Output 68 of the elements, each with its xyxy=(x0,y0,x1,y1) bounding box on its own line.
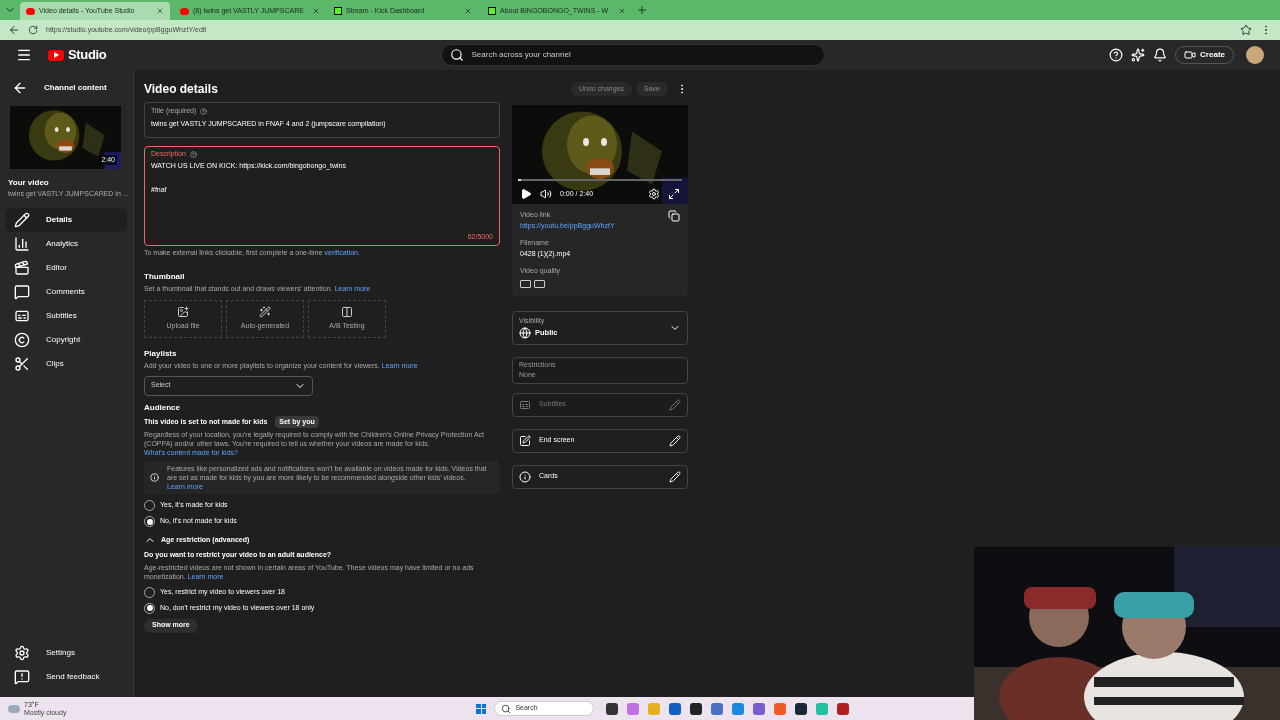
sparkle-icon[interactable] xyxy=(1131,48,1146,62)
kick-icon xyxy=(334,7,342,15)
info-icon xyxy=(150,473,159,482)
app-icon[interactable] xyxy=(837,702,850,715)
captions-icon xyxy=(519,398,531,411)
reload-icon[interactable] xyxy=(28,25,38,35)
star-icon[interactable] xyxy=(1240,24,1252,36)
nav-item[interactable]: Settings xyxy=(6,641,127,665)
app-icon[interactable] xyxy=(690,702,703,715)
quality-icon xyxy=(520,279,531,288)
new-tab-icon[interactable] xyxy=(636,4,648,16)
scissors-icon xyxy=(14,355,30,372)
fullscreen-icon[interactable] xyxy=(668,188,680,200)
search-icon xyxy=(501,703,512,714)
bar-chart-icon xyxy=(14,235,30,252)
clapperboard-icon xyxy=(14,259,30,276)
quality-icon xyxy=(534,279,545,288)
nav-item[interactable]: Clips xyxy=(6,351,127,376)
image-plus-icon xyxy=(177,306,189,319)
section-heading: Thumbnail xyxy=(144,270,186,283)
feedback-icon xyxy=(14,669,30,685)
nav-item[interactable]: Comments xyxy=(6,279,127,304)
notifications-icon[interactable] xyxy=(1153,48,1168,62)
nav-item[interactable]: Analytics xyxy=(6,231,127,256)
pencil-icon xyxy=(14,211,30,228)
menu-icon[interactable] xyxy=(16,47,32,63)
section-heading: Playlists xyxy=(144,348,178,360)
youtube-logo-icon xyxy=(48,49,64,61)
video-camera-icon xyxy=(1184,49,1197,61)
page-heading: Video details xyxy=(144,81,219,98)
section-heading: Audience xyxy=(144,401,181,414)
app-icon[interactable] xyxy=(606,702,619,715)
settings-icon xyxy=(14,645,30,661)
sparkle-icon xyxy=(259,306,271,319)
copyright-icon xyxy=(14,331,30,348)
avatar[interactable] xyxy=(1246,46,1264,64)
end-screen-icon xyxy=(519,434,531,447)
nav-item[interactable]: Send feedback xyxy=(6,665,127,689)
kick-icon xyxy=(488,7,496,15)
split-icon xyxy=(341,306,353,319)
search-field[interactable]: Search across your channel xyxy=(440,44,825,66)
info-icon xyxy=(519,470,531,483)
nav-item[interactable]: Copyright xyxy=(6,327,127,352)
nav-item[interactable]: Subtitles xyxy=(6,303,127,328)
app-icon[interactable] xyxy=(795,702,808,715)
start-icon[interactable] xyxy=(476,703,487,714)
edit-icon xyxy=(669,398,681,411)
edit-icon xyxy=(669,470,681,483)
volume-icon[interactable] xyxy=(540,188,552,200)
close-icon[interactable] xyxy=(464,7,472,15)
studio-logo[interactable]: Studio xyxy=(68,45,107,65)
youtube-icon xyxy=(180,7,189,15)
nav-item[interactable]: Details xyxy=(6,207,127,232)
back-icon[interactable] xyxy=(8,24,20,36)
close-icon[interactable] xyxy=(311,7,320,15)
copy-icon[interactable] xyxy=(668,210,680,222)
nav-item[interactable]: Editor xyxy=(6,255,127,280)
close-icon[interactable] xyxy=(618,7,626,15)
youtube-icon xyxy=(26,7,35,15)
settings-icon[interactable] xyxy=(648,188,660,200)
close-icon[interactable] xyxy=(156,7,164,15)
section-label: Your video xyxy=(7,177,50,189)
globe-icon xyxy=(519,326,531,339)
play-icon[interactable] xyxy=(520,188,532,200)
edit-icon xyxy=(669,434,681,447)
comment-icon xyxy=(14,283,30,300)
search-icon xyxy=(449,48,464,62)
back-link[interactable]: Channel content xyxy=(44,82,107,94)
